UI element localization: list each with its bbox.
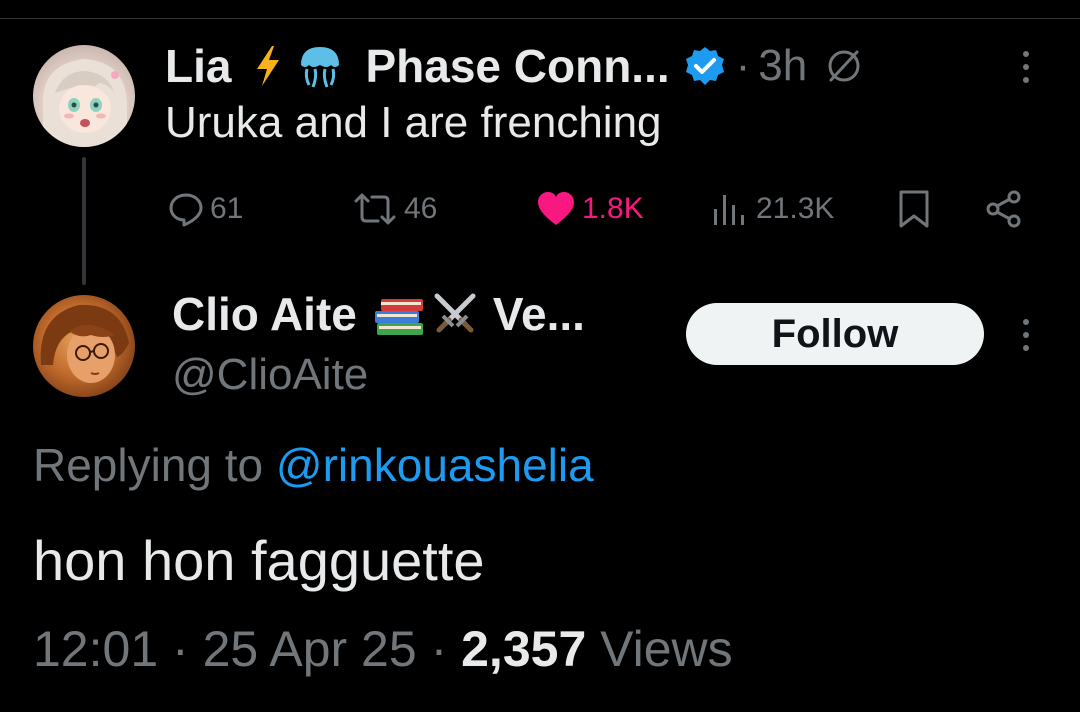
bookmark-action[interactable] [896,186,932,232]
views-icon [714,195,744,225]
reply-count: 61 [210,192,244,225]
parent-name-suffix[interactable]: Phase Conn... [365,39,669,93]
repost-action[interactable]: 46 [352,186,437,232]
like-count: 1.8K [582,192,644,225]
follow-button[interactable]: Follow [686,303,984,365]
reply-views-label: Views [600,621,733,677]
parent-more-icon[interactable] [1011,42,1041,92]
share-action[interactable] [984,186,1024,232]
meta-separator-2: · [430,621,448,677]
verified-badge-icon [684,45,726,87]
reply-display-name[interactable]: Clio Aite [172,287,357,341]
avatar-clio[interactable] [33,295,135,397]
share-icon [986,190,1021,228]
reply-tweet-header: Clio Aite Ve... [172,288,585,340]
reply-time[interactable]: 12:01 [33,621,158,677]
parent-time[interactable]: 3h [758,41,807,91]
reply-views-count: 2,357 [461,621,587,677]
views-count: 21.3K [756,192,835,225]
books-icon [371,289,429,339]
like-action[interactable]: 1.8K [536,186,644,232]
reply-tweet-text: hon hon fagguette [33,529,485,592]
meta-separator-1: · [172,621,189,677]
reply-action[interactable]: 61 [168,186,243,232]
avatar-clio-illustration [40,304,129,383]
avatar-lia-illustration [42,59,128,147]
reply-handle[interactable]: @ClioAite [172,350,368,400]
repost-icon [354,193,396,225]
reply-name-suffix[interactable]: Ve... [493,287,585,341]
replying-to-line: Replying to @rinkouashelia [33,438,594,492]
parent-display-name[interactable]: Lia [165,39,231,93]
reply-date[interactable]: 25 Apr 25 [203,621,417,677]
replying-mention-link[interactable]: @rinkouashelia [276,439,594,491]
reply-icon [169,193,203,227]
views-action[interactable]: 21.3K [712,186,834,232]
crossed-swords-icon [431,290,479,338]
reply-meta: 12:01 · 25 Apr 25 · 2,357 Views [33,620,733,678]
repost-count: 46 [404,192,438,225]
parent-action-bar: 61 46 1.8K 21.3K [0,186,1080,232]
reply-more-icon[interactable] [1011,310,1041,360]
grok-icon[interactable] [825,47,863,85]
top-divider [0,18,1080,19]
time-separator: · [735,41,751,90]
heart-icon [538,192,574,225]
bookmark-icon [899,190,929,228]
jellyfish-icon [297,43,343,89]
avatar-lia[interactable] [33,45,135,147]
parent-tweet-header: Lia Phase Conn... · 3h [165,40,863,92]
parent-tweet-text: Uruka and I are frenching [165,98,662,147]
replying-prefix: Replying to [33,439,264,491]
lightning-icon [253,45,283,87]
